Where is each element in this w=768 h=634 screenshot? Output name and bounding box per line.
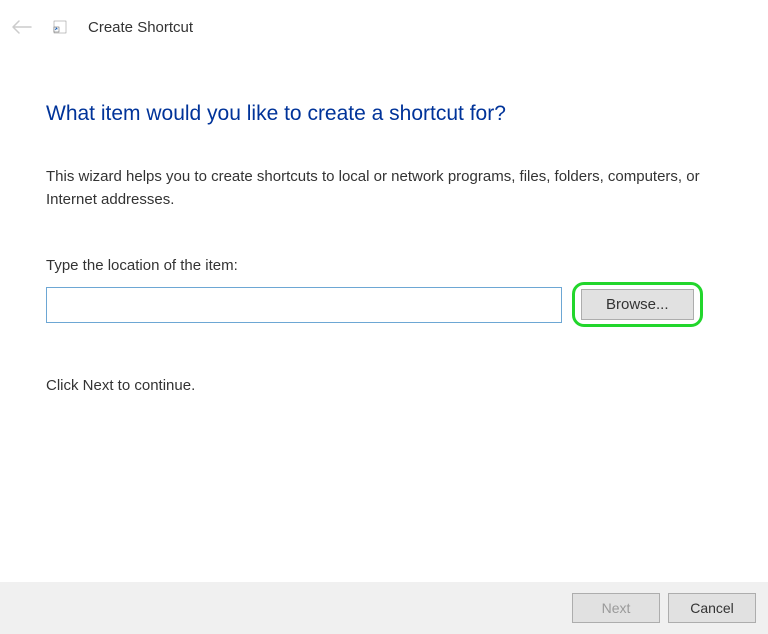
dialog-title: Create Shortcut [88, 19, 193, 36]
back-arrow-icon [10, 15, 34, 39]
dialog-header: Create Shortcut [0, 0, 768, 54]
next-button[interactable]: Next [572, 593, 660, 623]
page-heading: What item would you like to create a sho… [46, 102, 722, 126]
cancel-button[interactable]: Cancel [668, 593, 756, 623]
description-text: This wizard helps you to create shortcut… [46, 166, 722, 211]
continue-instruction: Click Next to continue. [46, 377, 722, 394]
dialog-content: What item would you like to create a sho… [0, 102, 768, 394]
location-label: Type the location of the item: [46, 257, 722, 274]
browse-highlight: Browse... [572, 282, 703, 327]
browse-button[interactable]: Browse... [581, 289, 694, 320]
shortcut-icon [52, 19, 68, 35]
dialog-footer: Next Cancel [0, 582, 768, 634]
location-input-row: Browse... [46, 282, 722, 327]
location-input[interactable] [46, 287, 562, 323]
